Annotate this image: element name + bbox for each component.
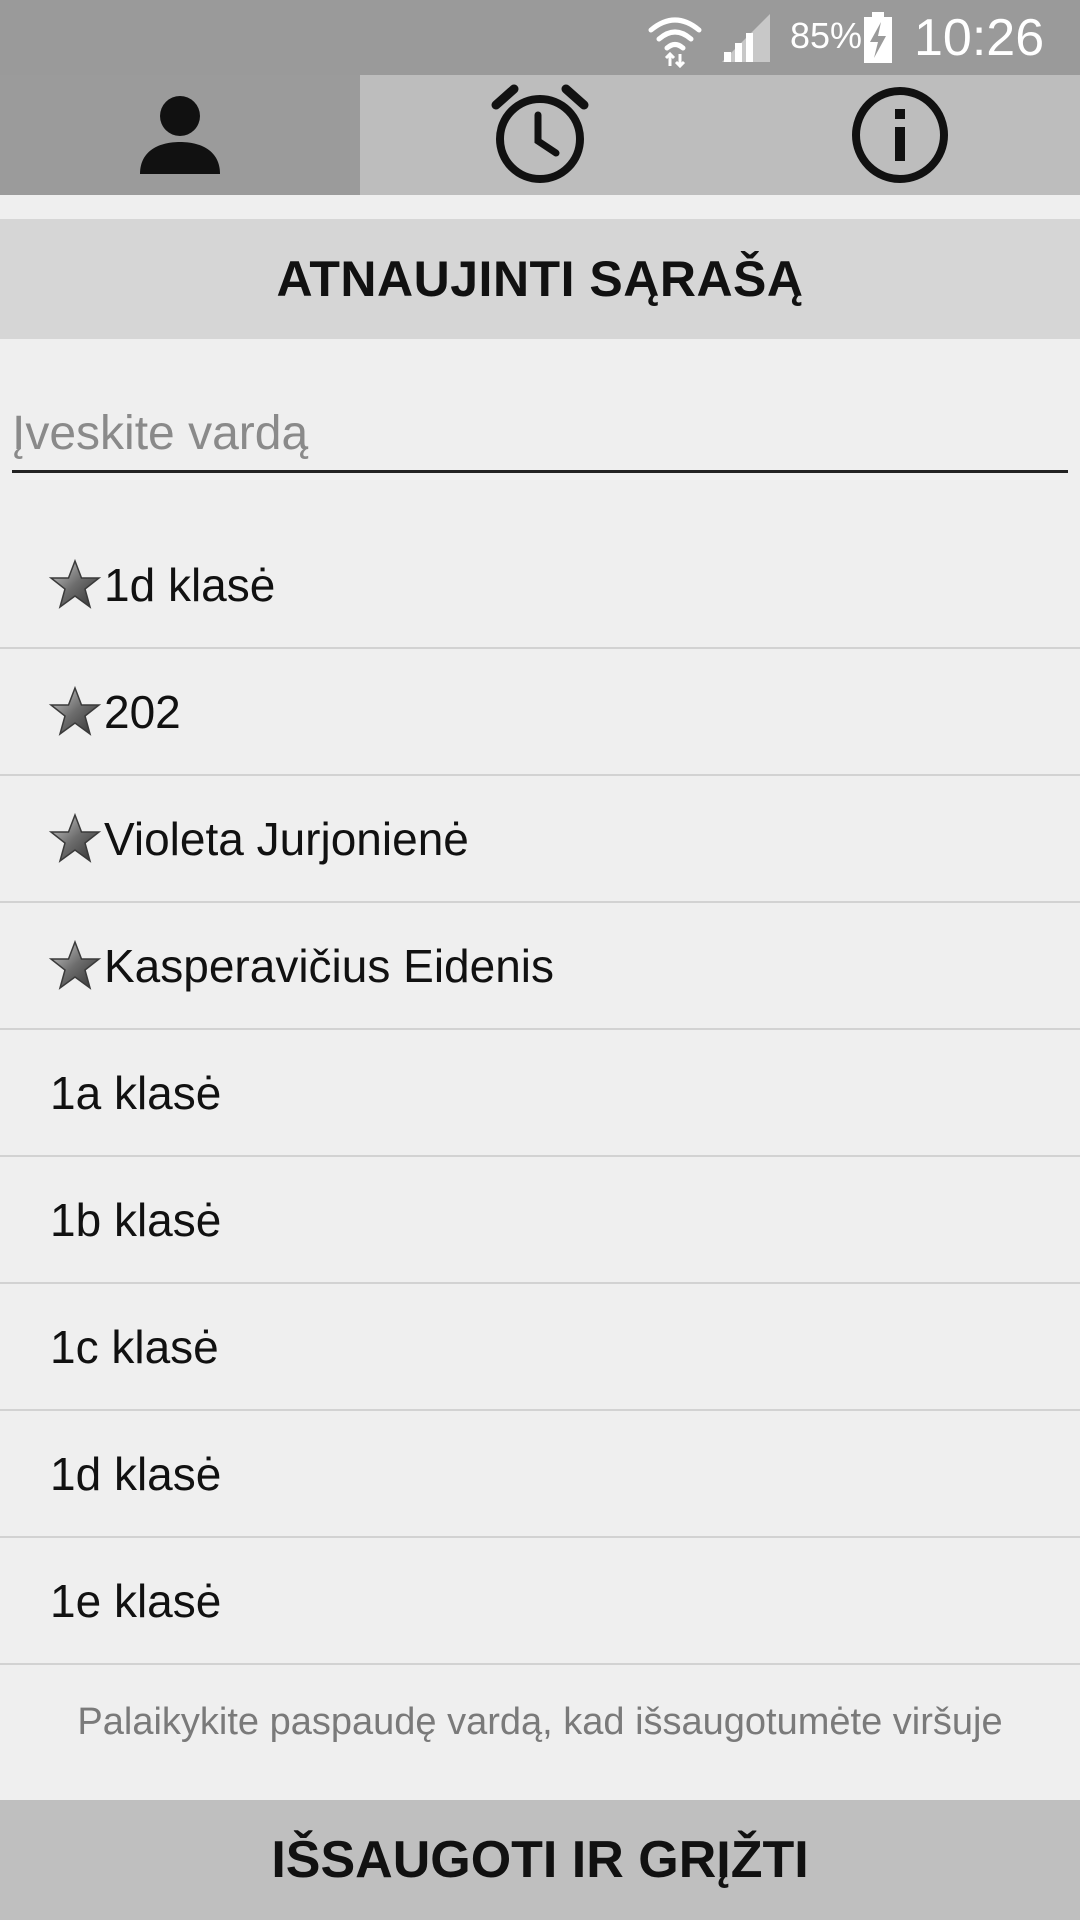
list-item-label: 202 <box>104 685 181 738</box>
schedule-list: 1d klasė 202 Violeta Jurjonienė Kasperav… <box>0 522 1080 1665</box>
favorite-star-icon <box>48 685 102 736</box>
list-item[interactable]: 1b klasė <box>0 1157 1080 1284</box>
favorite-star-icon <box>48 939 102 990</box>
list-item[interactable]: 1c klasė <box>0 1284 1080 1411</box>
list-item[interactable]: 1d klasė <box>0 1411 1080 1538</box>
list-item-label: 1a klasė <box>50 1066 222 1119</box>
list-item-label: 1d klasė <box>50 1447 222 1500</box>
search-field-container <box>12 398 1068 473</box>
list-item-label: 1e klasė <box>50 1574 222 1627</box>
tab-info[interactable] <box>720 75 1080 195</box>
favorite-star-icon <box>48 812 102 863</box>
tab-bar <box>0 75 1080 195</box>
list-item-label: 1d klasė <box>104 558 276 611</box>
list-item[interactable]: 1a klasė <box>0 1030 1080 1157</box>
info-icon <box>852 87 948 183</box>
refresh-list-button[interactable]: ATNAUJINTI SĄRAŠĄ <box>0 219 1080 339</box>
signal-icon <box>722 14 770 62</box>
person-icon <box>140 96 220 174</box>
spacer <box>0 195 1080 219</box>
clock-time: 10:26 <box>914 9 1045 67</box>
list-item[interactable]: Kasperavičius Eidenis <box>0 903 1080 1030</box>
list-item-label: 1c klasė <box>50 1320 219 1373</box>
list-item[interactable]: 1e klasė <box>0 1538 1080 1665</box>
alarm-clock-icon <box>491 84 589 183</box>
long-press-hint: Palaikykite paspaudę vardą, kad išsaugot… <box>77 1701 1003 1743</box>
list-item[interactable]: Violeta Jurjonienė <box>0 776 1080 903</box>
favorite-star-icon <box>48 558 102 609</box>
tab-person[interactable] <box>0 75 360 195</box>
save-and-return-button[interactable]: IŠSAUGOTI IR GRĮŽTI <box>0 1800 1080 1920</box>
battery-charging-icon <box>864 12 892 63</box>
list-item-label: Kasperavičius Eidenis <box>104 939 555 992</box>
list-item-label: 1b klasė <box>50 1193 222 1246</box>
status-bar: 85% 10:26 <box>0 0 1080 75</box>
wifi-icon <box>648 17 702 68</box>
list-item-label: Violeta Jurjonienė <box>104 812 469 865</box>
list-item[interactable]: 202 <box>0 649 1080 776</box>
name-search-input[interactable] <box>12 398 1068 468</box>
tab-alarm[interactable] <box>360 75 720 195</box>
list-item[interactable]: 1d klasė <box>0 522 1080 649</box>
battery-percent: 85% <box>790 15 863 56</box>
